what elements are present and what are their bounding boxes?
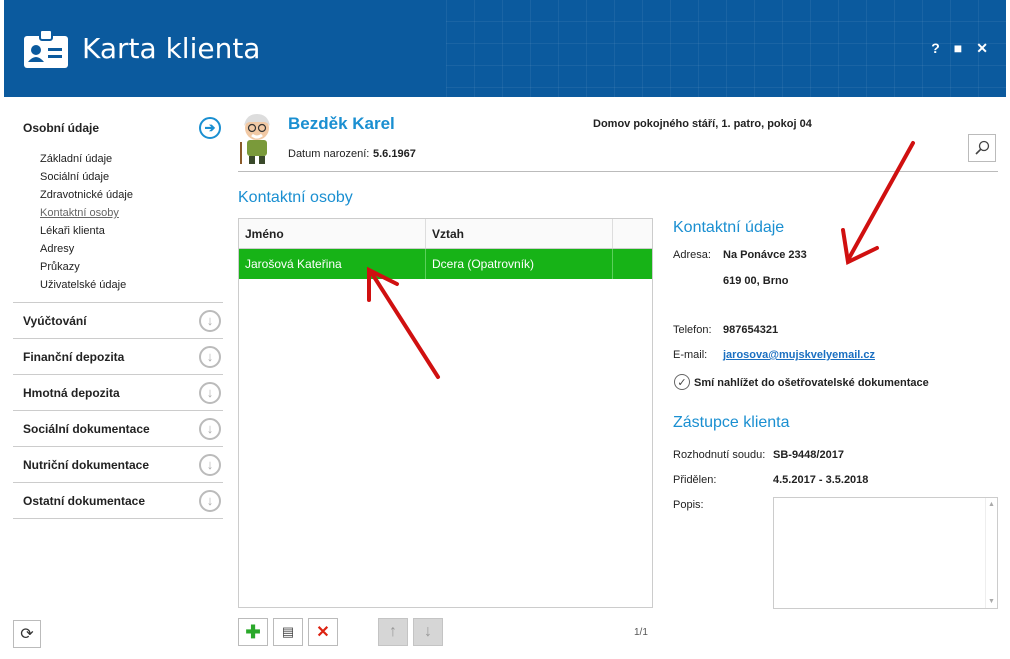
phone-value: 987654321 [723, 324, 779, 336]
sidebar-item-lekari-klienta[interactable]: Lékaři klienta [40, 222, 223, 240]
note-textarea[interactable]: ▲ ▼ [773, 497, 998, 609]
window-title: Karta klienta [82, 32, 261, 65]
sidebar-section-label: Ostatní dokumentace [23, 493, 146, 508]
column-header-relation[interactable]: Vztah [426, 219, 613, 248]
court-decision-label: Rozhodnutí soudu: [673, 449, 766, 461]
close-button[interactable]: ✕ [976, 40, 988, 57]
textarea-scrollbar[interactable]: ▲ ▼ [985, 498, 997, 608]
arrow-down-icon: ↓ [424, 623, 432, 640]
contact-details-title: Kontaktní údaje [673, 219, 785, 236]
permission-text: Smí nahlížet do ošetřovatelské dokumenta… [694, 377, 929, 389]
arrow-down-circle-icon[interactable]: ↓ [199, 453, 221, 476]
email-link[interactable]: jarosova@mujskvelyemail.cz [723, 349, 875, 361]
sidebar-item-prukazy[interactable]: Průkazy [40, 258, 223, 276]
header-divider [238, 171, 998, 172]
phone-label: Telefon: [673, 324, 712, 336]
column-header-name[interactable]: Jméno [239, 219, 426, 248]
arrow-right-circle-icon[interactable]: ➔ [199, 117, 221, 139]
arrow-down-circle-icon[interactable]: ↓ [199, 345, 221, 368]
dob-label: Datum narození: [288, 148, 370, 160]
id-card-icon [24, 29, 68, 68]
representative-title: Zástupce klienta [673, 414, 790, 431]
sidebar-section-socialni-dokumentace[interactable]: Sociální dokumentace ↓ [13, 411, 223, 447]
sidebar-section-label: Vyúčtování [23, 313, 87, 328]
sidebar-item-zakladni-udaje[interactable]: Základní údaje [40, 150, 223, 168]
order-toolbar: ↑ ↓ [378, 618, 443, 646]
sidebar-section-ostatni-dokumentace[interactable]: Ostatní dokumentace ↓ [13, 483, 223, 519]
sidebar-item-socialni-udaje[interactable]: Sociální údaje [40, 168, 223, 186]
address-label: Adresa: [673, 249, 711, 261]
cell-relation: Dcera (Opatrovník) [426, 249, 613, 279]
sidebar-section-vyuctovani[interactable]: Vyúčtování ↓ [13, 303, 223, 339]
elderly-man-avatar-icon [240, 114, 270, 164]
sidebar-section-label: Osobní údaje [23, 121, 100, 135]
contacts-title: Kontaktní osoby [238, 189, 353, 206]
sidebar-section-label: Finanční depozita [23, 349, 125, 364]
refresh-icon: ⟳ [20, 626, 34, 643]
sidebar-item-adresy[interactable]: Adresy [40, 240, 223, 258]
dob-value: 5.6.1967 [373, 148, 416, 160]
check-circle-icon: ✓ [674, 374, 690, 390]
maximize-button[interactable]: ■ [954, 40, 962, 57]
assigned-value: 4.5.2017 - 3.5.2018 [773, 474, 869, 486]
document-icon: ▤ [281, 624, 295, 639]
facility-location: Domov pokojného stáří, 1. patro, pokoj 0… [593, 118, 812, 130]
help-button[interactable]: ? [931, 40, 940, 57]
address-line1: Na Ponávce 233 [723, 249, 807, 261]
contacts-table: Jméno Vztah Jarošová Kateřina Dcera (Opa… [238, 218, 653, 608]
refresh-button[interactable]: ⟳ [13, 620, 41, 648]
search-button[interactable] [968, 134, 996, 162]
email-label: E-mail: [673, 349, 708, 361]
note-label: Popis: [673, 499, 704, 511]
arrow-down-circle-icon[interactable]: ↓ [199, 417, 221, 440]
move-down-button[interactable]: ↓ [413, 618, 443, 646]
delete-button[interactable]: ✕ [308, 618, 338, 646]
arrow-down-circle-icon[interactable]: ↓ [199, 309, 221, 332]
sidebar-section-label: Sociální dokumentace [23, 421, 150, 436]
title-bar-pattern [446, 0, 1006, 97]
row-toolbar: ✚ ▤ ✕ [238, 618, 338, 646]
sidebar-section-label: Nutriční dokumentace [23, 457, 150, 472]
sidebar: Osobní údaje ➔ Základní údaje Sociální ú… [13, 110, 223, 519]
scroll-down-icon[interactable]: ▼ [988, 598, 995, 605]
title-bar: Karta klienta ? ■ ✕ [4, 0, 1006, 97]
table-row[interactable]: Jarošová Kateřina Dcera (Opatrovník) [239, 249, 652, 279]
sidebar-section-financni-depozita[interactable]: Finanční depozita ↓ [13, 339, 223, 375]
arrow-down-circle-icon[interactable]: ↓ [199, 489, 221, 512]
cell-extra [613, 249, 652, 279]
sidebar-section-hmotna-depozita[interactable]: Hmotná depozita ↓ [13, 375, 223, 411]
sidebar-section-label: Hmotná depozita [23, 385, 120, 400]
plus-icon: ✚ [245, 621, 261, 642]
scroll-up-icon[interactable]: ▲ [988, 501, 995, 508]
cell-name: Jarošová Kateřina [239, 249, 426, 279]
assigned-label: Přidělen: [673, 474, 717, 486]
column-header-extra [613, 219, 652, 248]
sidebar-section-osobni-udaje[interactable]: Osobní údaje ➔ [13, 110, 223, 146]
sidebar-item-kontaktni-osoby[interactable]: Kontaktní osoby [40, 204, 223, 222]
search-icon [975, 140, 990, 155]
sidebar-sub-items: Základní údaje Sociální údaje Zdravotnic… [13, 146, 223, 303]
sidebar-item-zdravotnicke-udaje[interactable]: Zdravotnické údaje [40, 186, 223, 204]
move-up-button[interactable]: ↑ [378, 618, 408, 646]
annotation-arrow-icon [841, 141, 915, 265]
address-line2: 619 00, Brno [723, 275, 789, 287]
edit-button[interactable]: ▤ [273, 618, 303, 646]
court-decision-value: SB-9448/2017 [773, 449, 844, 461]
sidebar-item-uzivatelske-udaje[interactable]: Uživatelské údaje [40, 276, 223, 294]
arrow-down-circle-icon[interactable]: ↓ [199, 381, 221, 404]
sidebar-section-nutricni-dokumentace[interactable]: Nutriční dokumentace ↓ [13, 447, 223, 483]
arrow-up-icon: ↑ [389, 623, 397, 640]
delete-icon: ✕ [316, 624, 330, 641]
add-button[interactable]: ✚ [238, 618, 268, 646]
table-header: Jméno Vztah [239, 219, 652, 249]
pager: 1/1 [634, 627, 648, 638]
client-name: Bezděk Karel [288, 114, 395, 133]
